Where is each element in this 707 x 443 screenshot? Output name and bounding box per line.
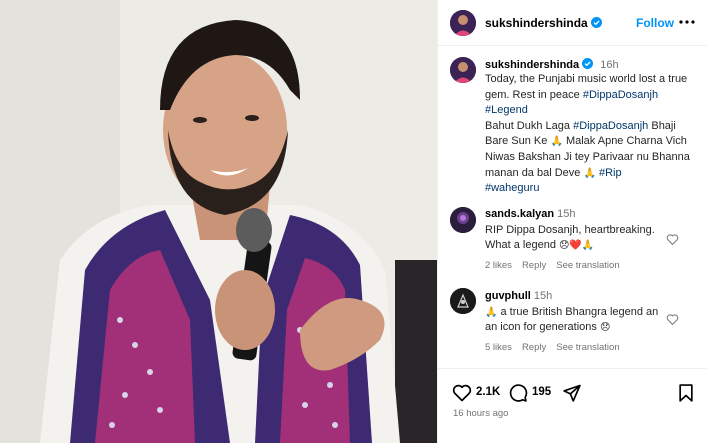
comment-likes[interactable]: 2 likes — [485, 260, 512, 271]
comment-username[interactable]: sands.kalyan — [485, 208, 554, 220]
comment-time[interactable]: 15h — [534, 290, 552, 302]
username-text[interactable]: sukshindershinda — [485, 16, 588, 30]
avatar[interactable] — [450, 288, 476, 314]
like-count[interactable]: 2.1K — [476, 386, 500, 398]
avatar[interactable] — [450, 57, 476, 83]
heart-icon[interactable] — [452, 383, 472, 403]
comment: sands.kalyan 15h RIP Dippa Dosanjh, heart… — [438, 203, 707, 283]
username[interactable]: sukshindershinda — [485, 16, 602, 30]
hashtag[interactable]: #DippaDosanjh — [583, 89, 658, 101]
caption-time[interactable]: 16h — [600, 59, 618, 71]
save-button[interactable] — [676, 383, 696, 403]
reply-button[interactable]: Reply — [522, 260, 546, 271]
comment-time[interactable]: 15h — [557, 208, 575, 220]
caption: sukshindershinda 16h Today, the Punjabi … — [438, 47, 707, 197]
hashtag[interactable]: #DippaDosanjh — [573, 120, 648, 132]
comment-meta: 5 likes Reply See translation — [485, 342, 630, 353]
avatar[interactable] — [450, 207, 476, 233]
reply-button[interactable]: Reply — [522, 342, 546, 353]
post-photo — [0, 0, 437, 443]
sad-face-emoji: 😞 — [599, 322, 611, 334]
comment-text: 🙏 a true British Bhangra legend an an ic… — [485, 305, 665, 336]
heart-icon[interactable] — [666, 233, 679, 246]
posted-time[interactable]: 16 hours ago — [453, 408, 508, 419]
comment-username[interactable]: guvphull — [485, 290, 531, 302]
comment-icon[interactable] — [508, 383, 528, 403]
folded-hands-emoji: 🙏 — [485, 307, 498, 318]
comment-header: sands.kalyan 15h — [485, 208, 575, 220]
share-icon[interactable] — [562, 383, 582, 403]
post-header: sukshindershinda Follow — [438, 0, 707, 46]
verified-badge-icon — [590, 17, 602, 28]
comments-scroll-area[interactable]: sukshindershinda 16h Today, the Punjabi … — [438, 47, 707, 368]
hashtag[interactable]: #Rip — [599, 167, 622, 179]
comment-likes[interactable]: 5 likes — [485, 342, 512, 353]
see-translation-link[interactable]: See translation — [556, 260, 619, 271]
share-button[interactable] — [562, 383, 582, 403]
comment-body: a true British Bhangra legend an an icon… — [485, 306, 659, 334]
heart-icon[interactable] — [666, 313, 679, 326]
comment-button[interactable] — [508, 383, 528, 403]
post-actions-bar: 2.1K 195 16 hours ago — [438, 368, 707, 443]
bookmark-icon[interactable] — [676, 383, 696, 403]
comment-text: RIP Dippa Dosanjh, heartbreaking. What a… — [485, 223, 665, 254]
hashtag[interactable]: #waheguru — [485, 182, 539, 194]
verified-badge-icon — [582, 58, 594, 69]
caption-header: sukshindershinda 16h — [485, 58, 619, 71]
like-button[interactable] — [452, 383, 472, 403]
hashtag[interactable]: #Legend — [485, 104, 528, 116]
follow-button[interactable]: Follow — [636, 16, 674, 30]
comment-meta: 2 likes Reply See translation — [485, 260, 630, 271]
avatar[interactable] — [450, 10, 476, 36]
see-translation-link[interactable]: See translation — [556, 342, 619, 353]
caption-text: Today, the Punjabi music world lost a tr… — [485, 72, 701, 197]
caption-line2a: Bahut Dukh Laga — [485, 119, 574, 132]
comment: guvphull 15h 🙏 a true British Bhangra leg… — [438, 285, 707, 365]
folded-hands-emoji: 🙏 — [550, 136, 563, 148]
comment-count[interactable]: 195 — [532, 386, 551, 398]
emoji-group: 😞❤️🙏 — [559, 240, 595, 252]
post-side-panel: sukshindershinda Follow sukshindershinda… — [437, 0, 707, 443]
comment-header: guvphull 15h — [485, 290, 552, 302]
caption-username[interactable]: sukshindershinda — [485, 59, 579, 71]
folded-hands-emoji: 🙏 — [583, 167, 596, 179]
more-options-icon[interactable] — [677, 12, 697, 32]
